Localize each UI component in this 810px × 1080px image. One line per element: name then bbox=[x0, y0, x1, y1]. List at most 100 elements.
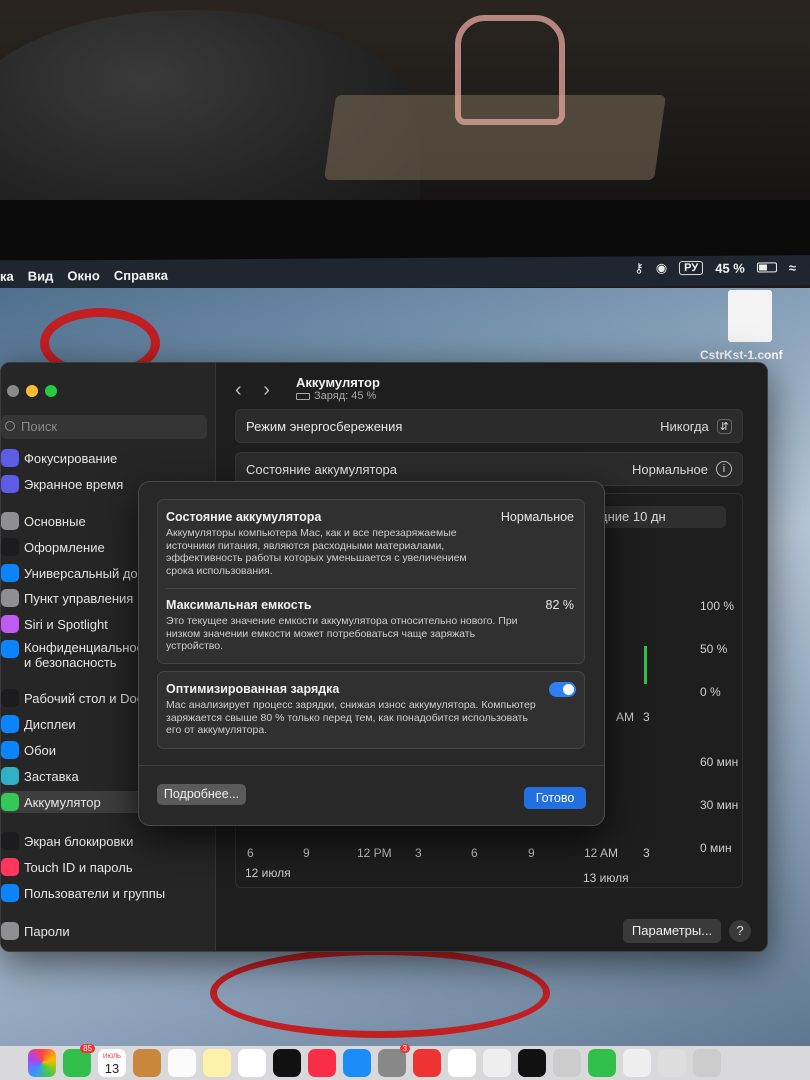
search-icon bbox=[5, 421, 15, 431]
gear-icon bbox=[1, 512, 19, 530]
optimized-charging-toggle[interactable] bbox=[549, 682, 576, 697]
sidebar-item-siri[interactable]: Siri и Spotlight bbox=[1, 613, 108, 635]
menu-bar: ка Вид Окно Справка ⚷ ◉ РУ 45 % ≈ bbox=[0, 255, 810, 291]
divider bbox=[139, 765, 604, 766]
settings-badge: 3 bbox=[399, 1044, 410, 1053]
x-tick-label: 12 PM bbox=[357, 846, 392, 860]
sidebar-item-desktop-dock[interactable]: Рабочий стол и Dock bbox=[1, 687, 150, 709]
sidebar-item-control-center[interactable]: Пункт управления bbox=[1, 587, 133, 609]
sidebar-item-screensaver[interactable]: Заставка bbox=[1, 765, 79, 787]
battery-percent[interactable]: 45 % bbox=[715, 260, 745, 275]
sidebar-item-users[interactable]: Пользователи и группы bbox=[1, 882, 165, 904]
date-label: 13 июля bbox=[583, 871, 629, 885]
done-button[interactable]: Готово bbox=[524, 787, 586, 809]
low-power-select[interactable]: Никогда ⇵ bbox=[660, 418, 732, 434]
search-input[interactable]: Поиск bbox=[1, 415, 207, 439]
sidebar-item-passwords[interactable]: Пароли bbox=[1, 920, 70, 942]
x-tick-label: 3 bbox=[643, 846, 650, 860]
sidebar-item-focus[interactable]: Фокусирование bbox=[1, 447, 117, 469]
menu-item[interactable]: ка bbox=[0, 268, 14, 283]
optimized-block: Оптимизированная зарядка Mac анализирует… bbox=[166, 682, 576, 737]
sidebar-item-label: Пользователи и группы bbox=[24, 885, 166, 901]
dock: 85 ИЮЛЬ 13 3 bbox=[0, 1044, 810, 1080]
screensaver-icon bbox=[1, 767, 19, 785]
charge-text: Заряд: 45 % bbox=[314, 390, 377, 402]
sidebar-item-screen-time[interactable]: Экранное время bbox=[1, 473, 123, 495]
sidebar-item-label: Оформление bbox=[24, 539, 105, 555]
file-icon[interactable] bbox=[728, 290, 772, 342]
freeform-icon[interactable] bbox=[238, 1049, 266, 1077]
app-icon[interactable] bbox=[553, 1049, 581, 1077]
notification-center-icon[interactable]: ◉ bbox=[656, 260, 667, 276]
battery-icon bbox=[296, 392, 310, 400]
x-tick-label: 9 bbox=[528, 846, 535, 860]
battery-health-label: Состояние аккумулятора bbox=[246, 461, 398, 477]
app-icon[interactable] bbox=[658, 1049, 686, 1077]
facetime-icon[interactable]: 85 bbox=[63, 1044, 95, 1077]
calendar-icon[interactable]: ИЮЛЬ 13 bbox=[98, 1049, 126, 1077]
app-store-icon[interactable] bbox=[343, 1049, 371, 1077]
sidebar-item-appearance[interactable]: Оформление bbox=[1, 536, 105, 558]
hourglass-icon bbox=[1, 475, 19, 493]
sidebar-item-wallpaper[interactable]: Обои bbox=[1, 739, 56, 761]
sidebar-item-displays[interactable]: Дисплеи bbox=[1, 713, 76, 735]
key-icon bbox=[1, 922, 19, 940]
notes-icon[interactable] bbox=[203, 1049, 231, 1077]
music-icon[interactable] bbox=[308, 1049, 336, 1077]
app-icon[interactable] bbox=[693, 1049, 721, 1077]
app-icon[interactable] bbox=[623, 1049, 651, 1077]
app-icon[interactable] bbox=[518, 1049, 546, 1077]
capacity-title: Максимальная емкость bbox=[166, 598, 312, 612]
x-tick-label: 9 bbox=[303, 846, 310, 860]
file-label[interactable]: CstrKst-1.conf bbox=[700, 348, 783, 362]
x-tick-label: 12 AM bbox=[584, 846, 619, 860]
sidebar-item-label: Экран блокировки bbox=[24, 833, 134, 849]
sidebar-item-touch-id[interactable]: Touch ID и пароль bbox=[1, 856, 133, 878]
minimize-button[interactable] bbox=[26, 385, 38, 397]
help-button[interactable]: ? bbox=[729, 920, 751, 942]
close-button[interactable] bbox=[7, 385, 19, 397]
users-icon bbox=[1, 884, 19, 902]
apple-tv-icon[interactable] bbox=[273, 1049, 301, 1077]
menu-item-help[interactable]: Справка bbox=[114, 267, 168, 282]
sidebar-item-lock-screen[interactable]: Экран блокировки bbox=[1, 830, 133, 852]
sidebar-item-label: Экранное время bbox=[24, 476, 124, 492]
battery-health-value-group: Нормальное i bbox=[632, 461, 732, 477]
sidebar-item-general[interactable]: Основные bbox=[1, 510, 86, 532]
health-value: Нормальное bbox=[500, 510, 574, 524]
sidebar-item-privacy[interactable]: Конфиденциальность и безопасность bbox=[1, 640, 156, 674]
sidebar-item-label: Аккумулятор bbox=[24, 794, 101, 810]
app-icon[interactable] bbox=[448, 1049, 476, 1077]
control-center-icon bbox=[1, 589, 19, 607]
low-power-label: Режим энергосбережения bbox=[246, 418, 403, 434]
search-placeholder: Поиск bbox=[21, 419, 58, 434]
forward-arrow-icon[interactable]: › bbox=[263, 379, 270, 401]
back-arrow-icon[interactable]: ‹ bbox=[235, 379, 242, 401]
input-source-icon[interactable]: РУ bbox=[679, 260, 704, 276]
date-label: 12 июля bbox=[245, 866, 291, 880]
battery-health-sheet: Состояние аккумулятора Аккумуляторы комп… bbox=[138, 481, 605, 826]
battery-icon[interactable] bbox=[756, 262, 777, 273]
messages-icon[interactable] bbox=[588, 1049, 616, 1077]
accessibility-icon bbox=[1, 564, 19, 582]
wifi-icon[interactable]: ≈ bbox=[789, 260, 796, 275]
photos-icon[interactable] bbox=[28, 1049, 56, 1077]
range-tab[interactable]: дние 10 дн bbox=[598, 506, 726, 528]
system-settings-icon[interactable]: 3 bbox=[378, 1044, 410, 1077]
zoom-button[interactable] bbox=[45, 385, 57, 397]
accessibility-icon[interactable]: ⚷ bbox=[634, 260, 644, 276]
app-icon[interactable] bbox=[483, 1049, 511, 1077]
chevron-updown-icon: ⇵ bbox=[716, 418, 732, 434]
sidebar-item-label: Дисплеи bbox=[24, 716, 76, 732]
app-icon[interactable] bbox=[413, 1049, 441, 1077]
menu-item-window[interactable]: Окно bbox=[67, 268, 100, 283]
contacts-icon[interactable] bbox=[133, 1049, 161, 1077]
more-info-button[interactable]: Подробнее... bbox=[157, 784, 246, 805]
options-button[interactable]: Параметры... bbox=[623, 919, 721, 943]
y-tick-label: 30 мин bbox=[700, 798, 739, 812]
battery-level-bar bbox=[644, 646, 647, 684]
info-icon[interactable]: i bbox=[716, 461, 732, 477]
menu-item-view[interactable]: Вид bbox=[28, 268, 54, 283]
reminders-icon[interactable] bbox=[168, 1049, 196, 1077]
battery-icon bbox=[1, 793, 19, 811]
